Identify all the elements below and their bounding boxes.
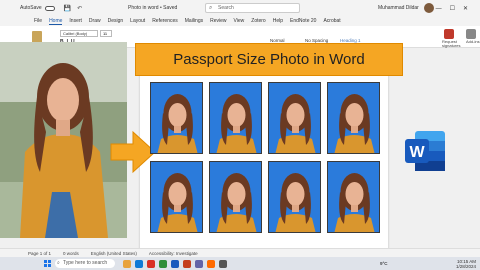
passport-photo[interactable] [150,161,203,233]
excel-icon[interactable] [159,259,167,268]
word-count[interactable]: 0 words [63,251,79,256]
status-bar: Page 1 of 1 0 words English (United Stat… [0,248,480,257]
svg-text:W: W [409,144,425,161]
taskbar: ⌕ Type here to search 9°C 10:15 AM 1/28/… [0,257,480,270]
undo-icon[interactable]: ↶ [77,5,82,12]
tab-design[interactable]: Design [108,18,124,24]
temperature[interactable]: 9°C [380,261,388,266]
window-controls[interactable]: —☐✕ [436,5,476,12]
search-icon: ⌕ [57,260,60,266]
search-box[interactable]: ⌕ Search [205,3,300,13]
teams-icon[interactable] [195,259,203,268]
tab-draw[interactable]: Draw [89,18,101,24]
clock-time: 10:15 AM [456,258,476,264]
tab-endnote[interactable]: EndNote 20 [290,18,316,24]
accessibility-status[interactable]: Accessibility: Investigate [149,251,198,256]
request-signatures-icon[interactable] [444,29,454,39]
tab-view[interactable]: View [234,18,245,24]
powerpoint-icon[interactable] [183,259,191,268]
addins-icon[interactable] [466,29,476,39]
autosave-label: AutoSave [20,5,42,11]
tab-help[interactable]: Help [273,18,283,24]
tab-review[interactable]: Review [210,18,226,24]
word-logo-icon: W [405,131,445,171]
portrait-photo [0,42,127,238]
font-size-select[interactable]: 11 [100,30,112,37]
taskbar-apps [123,259,227,268]
passport-photo[interactable] [150,82,203,154]
page-count[interactable]: Page 1 of 1 [28,251,51,256]
passport-photo[interactable] [268,82,321,154]
search-icon: ⌕ [209,5,213,11]
file-explorer-icon[interactable] [123,259,131,268]
passport-photo[interactable] [209,82,262,154]
taskbar-search-placeholder: Type here to search [63,260,108,266]
passport-photo[interactable] [268,161,321,233]
request-signatures-label: Request signatures [442,39,461,48]
addins-label: Add-ins [466,39,480,44]
search-placeholder: Search [218,5,234,11]
font-name-select[interactable]: Calibri (Body) [60,30,98,37]
document-title: Photo in word • Saved [128,5,178,11]
taskbar-search[interactable]: ⌕ Type here to search [55,259,115,268]
passport-photo[interactable] [327,82,380,154]
app-icon[interactable] [207,259,215,268]
passport-photo[interactable] [209,161,262,233]
tab-acrobat[interactable]: Acrobat [323,18,340,24]
tab-zotero[interactable]: Zotero [251,18,265,24]
user-name[interactable]: Muhammad Dildar [378,5,419,11]
windows-start-icon[interactable] [44,260,51,267]
tab-layout[interactable]: Layout [130,18,145,24]
language[interactable]: English (United States) [91,251,137,256]
tab-mailings[interactable]: Mailings [185,18,203,24]
system-clock[interactable]: 10:15 AM 1/28/2024 [456,259,476,269]
tab-insert[interactable]: Insert [69,18,82,24]
tab-file[interactable]: File [34,18,42,24]
chrome-icon[interactable] [147,259,155,268]
word-icon[interactable] [171,259,179,268]
title-bar: AutoSave 💾 ↶ Photo in word • Saved ⌕ Sea… [0,0,480,16]
passport-photo[interactable] [327,161,380,233]
settings-icon[interactable] [219,259,227,268]
tab-home[interactable]: Home [49,18,63,25]
edge-icon[interactable] [135,259,143,268]
autosave-toggle[interactable] [44,5,55,11]
title-banner: Passport Size Photo in Word [135,43,403,76]
clock-date: 1/28/2024 [455,263,476,269]
tab-references[interactable]: References [152,18,178,24]
ribbon-tabs: File Home Insert Draw Design Layout Refe… [0,16,480,26]
save-icon[interactable]: 💾 [64,5,71,12]
avatar[interactable] [424,3,434,13]
